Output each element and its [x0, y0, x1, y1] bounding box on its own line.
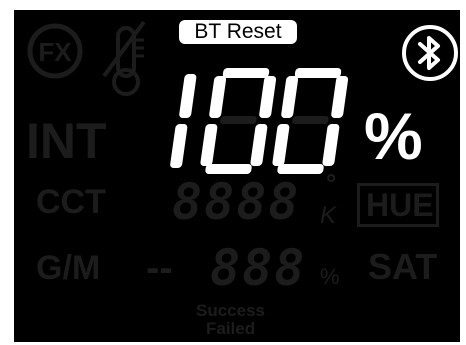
intensity-unit: % — [364, 99, 423, 173]
gm-label: G/M — [36, 249, 101, 287]
thermometer-off-icon — [102, 20, 146, 96]
gm-digits: 888 — [210, 239, 307, 297]
fx-label: FX — [38, 37, 72, 67]
cct-label: CCT — [36, 183, 106, 221]
intensity-digit-1 — [170, 74, 197, 168]
intensity-label: INT — [26, 113, 107, 169]
fx-icon: FX — [27, 23, 83, 79]
intensity-digit-2 — [200, 68, 277, 174]
hue-label: HUE — [366, 187, 434, 223]
degree-symbol: ° — [326, 168, 337, 198]
sat-label: SAT — [368, 246, 438, 287]
bt-reset-button[interactable]: BT Reset — [179, 20, 297, 44]
lcd-screen: FX BT Reset 100 % INT CCT 8888 ° K HUE G… — [14, 10, 460, 342]
gm-sign: -- — [146, 246, 173, 290]
intensity-value-text: 100 — [154, 66, 156, 67]
intensity-digit-3 — [272, 68, 349, 174]
intensity-value-display: 100 — [154, 66, 349, 174]
bluetooth-icon[interactable] — [401, 24, 459, 82]
cct-unit: K — [320, 202, 337, 229]
status-success: Success — [196, 301, 265, 320]
status-failed: Failed — [206, 319, 256, 338]
cct-digits: 8888 — [172, 173, 301, 231]
gm-unit: % — [320, 264, 340, 289]
